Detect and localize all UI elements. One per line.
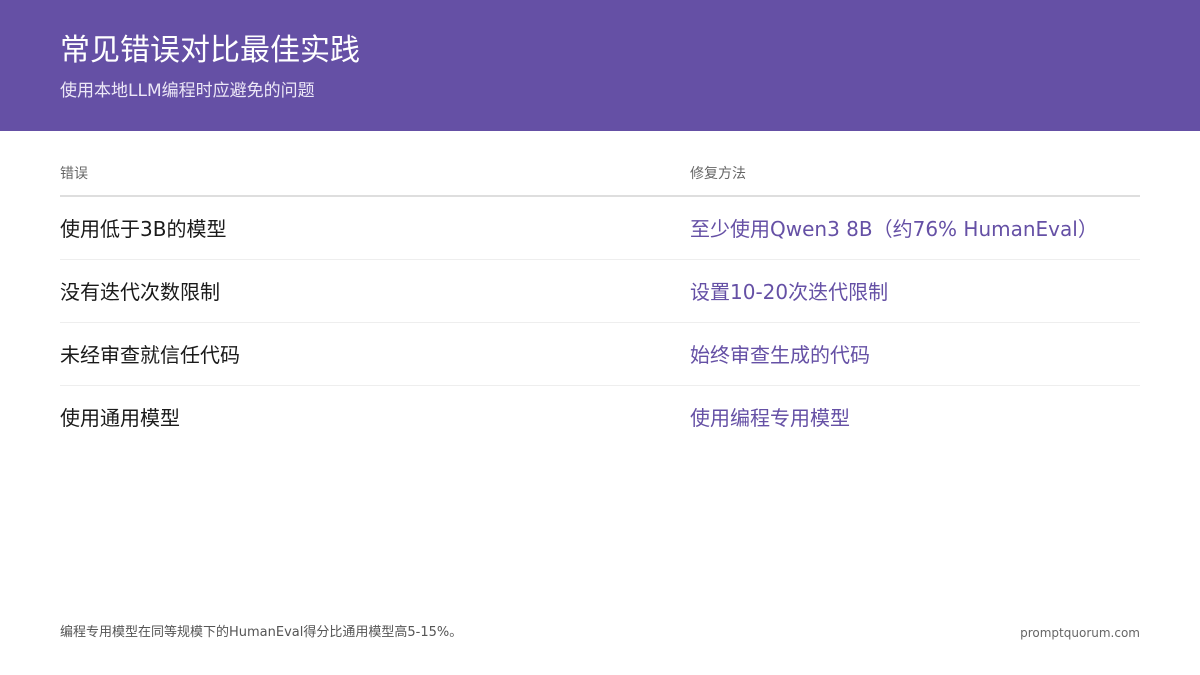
fix-cell: 使用编程专用模型 xyxy=(690,406,850,430)
comparison-table: 错误 修复方法 使用低于3B的模型 至少使用Qwen3 8B（约76% Huma… xyxy=(60,154,1140,448)
footer-note: 编程专用模型在同等规模下的HumanEval得分比通用模型高5-15%。 xyxy=(60,625,463,640)
footer-site-link[interactable]: promptquorum.com xyxy=(1020,624,1140,642)
fix-cell: 始终审查生成的代码 xyxy=(690,343,870,367)
table-row: 未经审查就信任代码 始终审查生成的代码 xyxy=(60,323,1140,386)
page-subtitle: 使用本地LLM编程时应避免的问题 xyxy=(60,81,315,101)
page-title: 常见错误对比最佳实践 xyxy=(60,33,360,68)
table-row: 使用通用模型 使用编程专用模型 xyxy=(60,386,1140,448)
header-banner: 常见错误对比最佳实践 使用本地LLM编程时应避免的问题 xyxy=(0,0,1200,131)
mistake-cell: 没有迭代次数限制 xyxy=(60,280,220,304)
column-header-mistake: 错误 xyxy=(60,166,88,182)
table-header: 错误 修复方法 xyxy=(60,154,1140,197)
table-row: 没有迭代次数限制 设置10-20次迭代限制 xyxy=(60,260,1140,323)
column-header-fix: 修复方法 xyxy=(690,166,746,182)
table-row: 使用低于3B的模型 至少使用Qwen3 8B（约76% HumanEval） xyxy=(60,197,1140,260)
fix-cell: 至少使用Qwen3 8B（约76% HumanEval） xyxy=(690,217,1098,241)
fix-cell: 设置10-20次迭代限制 xyxy=(690,280,889,304)
mistake-cell: 未经审查就信任代码 xyxy=(60,343,240,367)
mistake-cell: 使用通用模型 xyxy=(60,406,180,430)
mistake-cell: 使用低于3B的模型 xyxy=(60,217,227,241)
slide: 常见错误对比最佳实践 使用本地LLM编程时应避免的问题 错误 修复方法 使用低于… xyxy=(0,0,1200,675)
